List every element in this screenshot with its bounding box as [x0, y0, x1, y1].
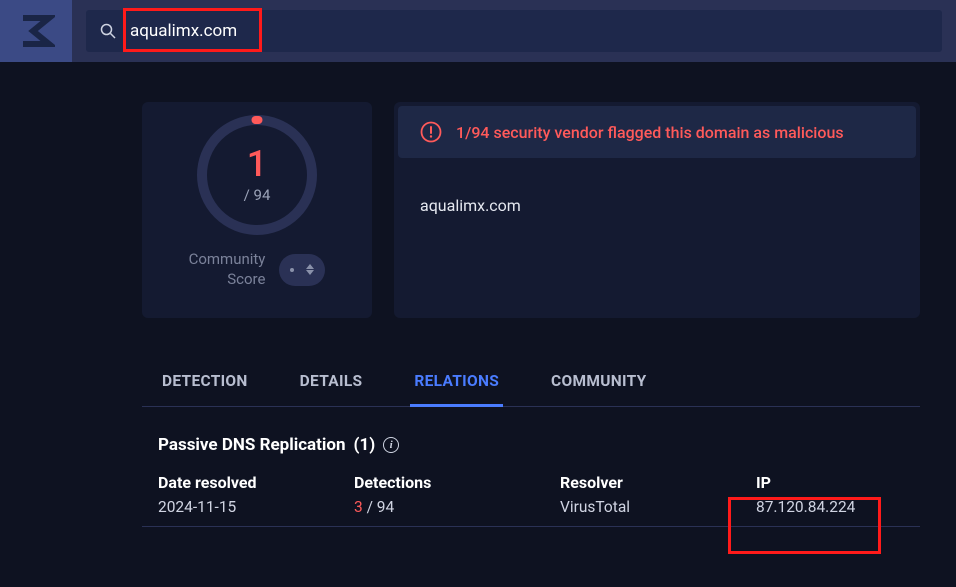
score-numerator: 1: [244, 146, 271, 182]
chevron-up-icon: [306, 264, 314, 269]
warning-banner: 1/94 security vendor flagged this domain…: [398, 106, 916, 158]
th-detections: Detections: [354, 473, 560, 492]
td-date: 2024-11-15: [158, 498, 354, 516]
domain-name: aqualimx.com: [394, 162, 920, 249]
info-card: 1/94 security vendor flagged this domain…: [394, 102, 920, 318]
search-input[interactable]: aqualimx.com: [86, 10, 942, 52]
community-score-label-2: Score: [189, 270, 266, 290]
td-ip[interactable]: 87.120.84.224: [756, 498, 906, 516]
vote-stepper[interactable]: [279, 254, 325, 286]
tab-community[interactable]: COMMUNITY: [547, 358, 650, 406]
score-card: 1 / 94 Community Score: [142, 102, 372, 318]
score-ring: 1 / 94: [196, 114, 318, 236]
info-icon[interactable]: i: [383, 437, 399, 453]
tab-details[interactable]: DETAILS: [296, 358, 367, 406]
search-icon: [100, 23, 116, 39]
section-count: (1): [354, 435, 376, 455]
chevron-down-icon: [306, 270, 314, 275]
community-score-label-1: Community: [189, 250, 266, 270]
community-score: Community Score: [189, 250, 326, 289]
search-value: aqualimx.com: [130, 21, 237, 41]
warning-text: 1/94 security vendor flagged this domain…: [456, 123, 844, 142]
sigma-logo-icon: [17, 12, 55, 50]
th-date: Date resolved: [158, 473, 354, 492]
alert-circle-icon: [420, 121, 442, 143]
section-header: Passive DNS Replication (1) i: [142, 407, 920, 473]
ring-indicator-icon: [252, 116, 263, 124]
score-denominator: / 94: [244, 186, 271, 204]
logo[interactable]: [0, 0, 72, 62]
tab-relations[interactable]: RELATIONS: [410, 358, 503, 406]
top-bar: aqualimx.com: [0, 0, 956, 62]
tab-detection[interactable]: DETECTION: [158, 358, 252, 406]
th-ip: IP: [756, 473, 906, 492]
dns-table: Date resolved 2024-11-15 Detections 3 / …: [142, 473, 920, 527]
td-resolver: VirusTotal: [560, 498, 756, 516]
section-title: Passive DNS Replication: [158, 435, 346, 455]
td-detections: 3 / 94: [354, 498, 560, 516]
main-content: 1 / 94 Community Score: [0, 62, 956, 527]
det-num: 3: [354, 498, 363, 516]
dot-icon: [290, 268, 294, 272]
th-resolver: Resolver: [560, 473, 756, 492]
tabs: DETECTION DETAILS RELATIONS COMMUNITY: [142, 358, 920, 407]
det-den: / 94: [363, 498, 395, 516]
